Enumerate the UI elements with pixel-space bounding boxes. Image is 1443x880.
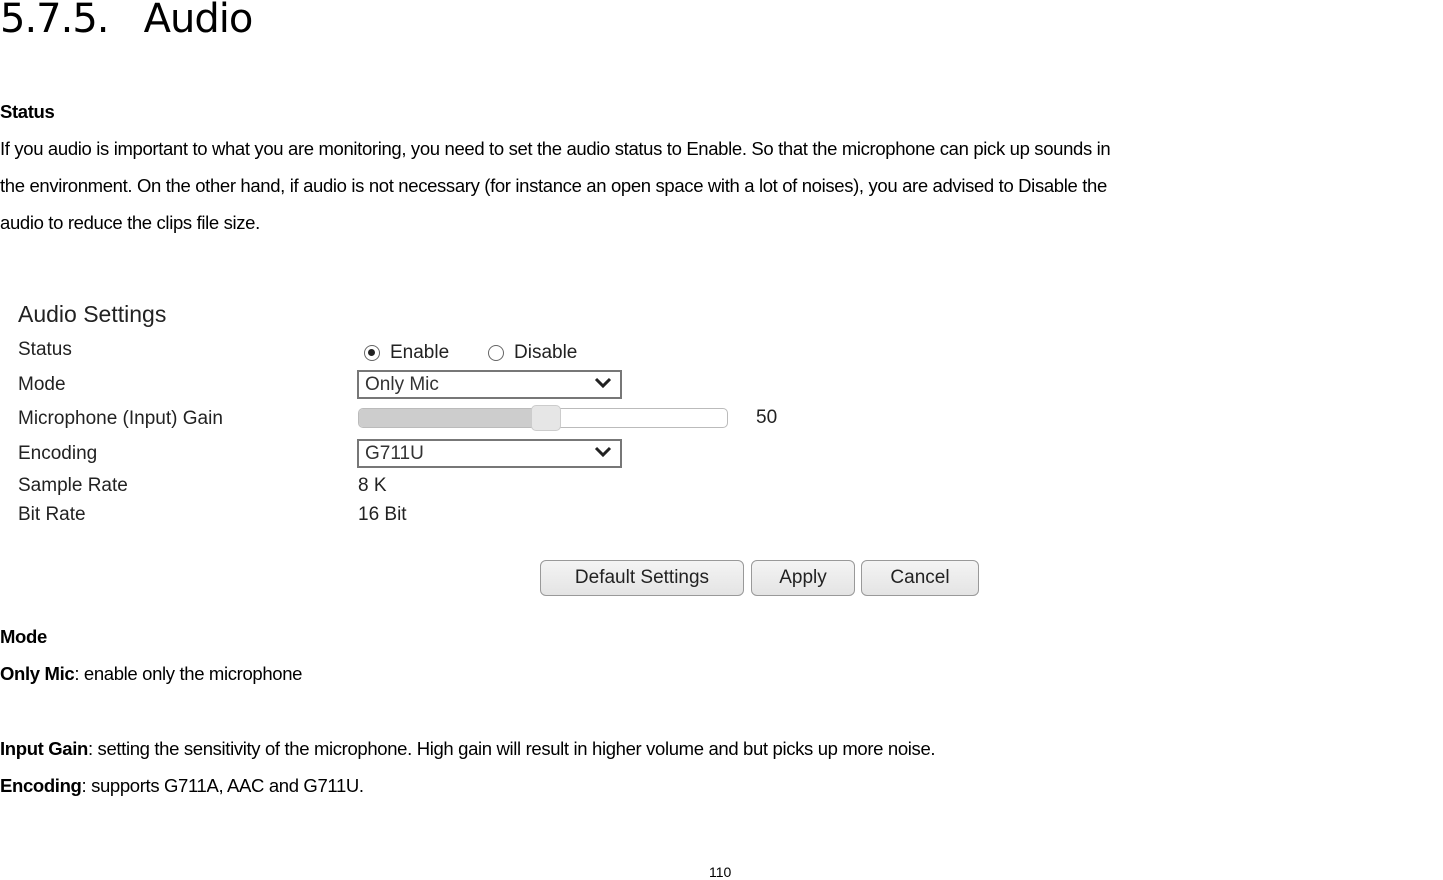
encoding-description: Encoding: supports G711A, AAC and G711U. <box>0 775 364 797</box>
only-mic-term: Only Mic <box>0 663 75 684</box>
cancel-button[interactable]: Cancel <box>861 560 979 596</box>
encoding-select[interactable]: G711U <box>357 439 622 468</box>
mode-select[interactable]: Only Mic <box>357 370 622 399</box>
status-enable-radio[interactable]: Enable <box>364 342 449 364</box>
only-mic-description: Only Mic: enable only the microphone <box>0 663 302 685</box>
bit-rate-value: 16 Bit <box>358 504 407 525</box>
chevron-down-icon <box>594 377 612 389</box>
apply-button[interactable]: Apply <box>751 560 855 596</box>
mode-select-value: Only Mic <box>365 374 439 395</box>
status-disable-radio[interactable]: Disable <box>488 342 577 364</box>
status-paragraph-line: If you audio is important to what you ar… <box>0 138 1111 159</box>
gain-slider-thumb[interactable] <box>531 405 561 431</box>
status-disable-label: Disable <box>514 342 578 363</box>
gain-slider-fill <box>359 409 546 427</box>
encoding-term: Encoding <box>0 775 82 796</box>
status-paragraph-line: the environment. On the other hand, if a… <box>0 175 1107 196</box>
mode-heading: Mode <box>0 626 47 647</box>
encoding-label: Encoding <box>18 443 98 464</box>
chevron-down-icon <box>594 446 612 458</box>
audio-settings-panel: Audio Settings Status Mode Microphone (I… <box>0 290 1000 610</box>
status-label: Status <box>18 339 72 360</box>
radio-unchecked-icon[interactable] <box>488 345 504 361</box>
page-number: 110 <box>709 864 732 880</box>
default-settings-button[interactable]: Default Settings <box>540 560 744 596</box>
encoding-text: : supports G711A, AAC and G711U. <box>81 775 364 796</box>
section-heading: 5.7.5. Audio <box>0 0 254 42</box>
encoding-select-value: G711U <box>365 443 424 464</box>
input-gain-term: Input Gain <box>0 738 88 759</box>
mode-label: Mode <box>18 374 66 395</box>
audio-settings-title: Audio Settings <box>18 301 167 327</box>
bit-rate-label: Bit Rate <box>18 504 86 525</box>
section-title: Audio <box>143 0 254 42</box>
input-gain-text: : setting the sensitivity of the microph… <box>87 738 936 759</box>
gain-slider[interactable] <box>358 405 728 431</box>
section-number: 5.7.5. <box>0 0 109 42</box>
status-heading: Status <box>0 101 55 122</box>
gain-value: 50 <box>756 407 778 428</box>
sample-rate-label: Sample Rate <box>18 475 128 496</box>
sample-rate-value: 8 K <box>358 475 387 496</box>
radio-checked-icon[interactable] <box>364 345 380 361</box>
status-enable-label: Enable <box>390 342 450 363</box>
input-gain-description: Input Gain: setting the sensitivity of t… <box>0 738 936 760</box>
only-mic-text: : enable only the microphone <box>74 663 303 684</box>
status-paragraph-line: audio to reduce the clips file size. <box>0 212 260 233</box>
gain-label: Microphone (Input) Gain <box>18 408 223 429</box>
